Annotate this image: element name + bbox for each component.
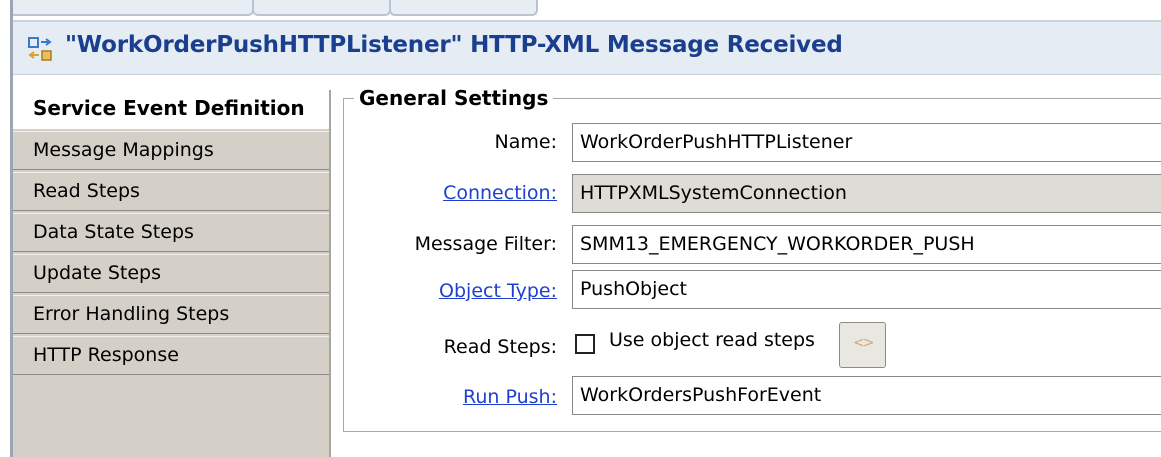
run-push-link[interactable]: Run Push:: [463, 386, 557, 408]
connection-field: HTTPXMLSystemConnection: [572, 174, 1161, 213]
read-steps-label: Read Steps:: [443, 336, 557, 358]
use-object-read-steps-label[interactable]: Use object read steps: [609, 329, 815, 351]
object-type-field[interactable]: PushObject: [572, 270, 1161, 309]
left-frame: [0, 0, 13, 457]
connection-link[interactable]: Connection:: [443, 182, 557, 204]
general-settings-legend: General Settings: [354, 86, 554, 110]
nav-item-message-mappings[interactable]: Message Mappings: [13, 131, 329, 170]
editor-tab[interactable]: [0, 0, 254, 16]
name-label: Name:: [494, 131, 557, 153]
nav-item-update-steps[interactable]: Update Steps: [13, 254, 329, 293]
nav-item-error-handling-steps[interactable]: Error Handling Steps: [13, 295, 329, 334]
editor-header: "WorkOrderPushHTTPListener" HTTP-XML Mes…: [13, 20, 1161, 75]
nav-item-service-event-definition[interactable]: Service Event Definition: [13, 90, 329, 129]
message-filter-field[interactable]: SMM13_EMERGENCY_WORKORDER_PUSH: [572, 225, 1161, 264]
run-push-field[interactable]: WorkOrdersPushForEvent: [572, 376, 1161, 415]
use-object-read-steps-checkbox[interactable]: [575, 334, 595, 354]
arrows-icon: <>: [853, 335, 875, 351]
editor-tab[interactable]: [389, 0, 538, 16]
nav-item-http-response[interactable]: HTTP Response: [13, 336, 329, 375]
name-field[interactable]: WorkOrderPushHTTPListener: [572, 123, 1161, 162]
nav-item-data-state-steps[interactable]: Data State Steps: [13, 213, 329, 252]
object-type-link[interactable]: Object Type:: [439, 280, 557, 302]
message-filter-label: Message Filter:: [414, 233, 557, 255]
read-steps-options-button[interactable]: <>: [839, 322, 886, 368]
nav-item-read-steps[interactable]: Read Steps: [13, 172, 329, 211]
editor-tab[interactable]: [252, 0, 391, 16]
top-tab-strip: [0, 0, 1161, 18]
section-navigation: Service Event Definition Message Mapping…: [13, 90, 331, 457]
page-title: "WorkOrderPushHTTPListener" HTTP-XML Mes…: [65, 32, 843, 58]
listener-icon: [28, 37, 52, 61]
